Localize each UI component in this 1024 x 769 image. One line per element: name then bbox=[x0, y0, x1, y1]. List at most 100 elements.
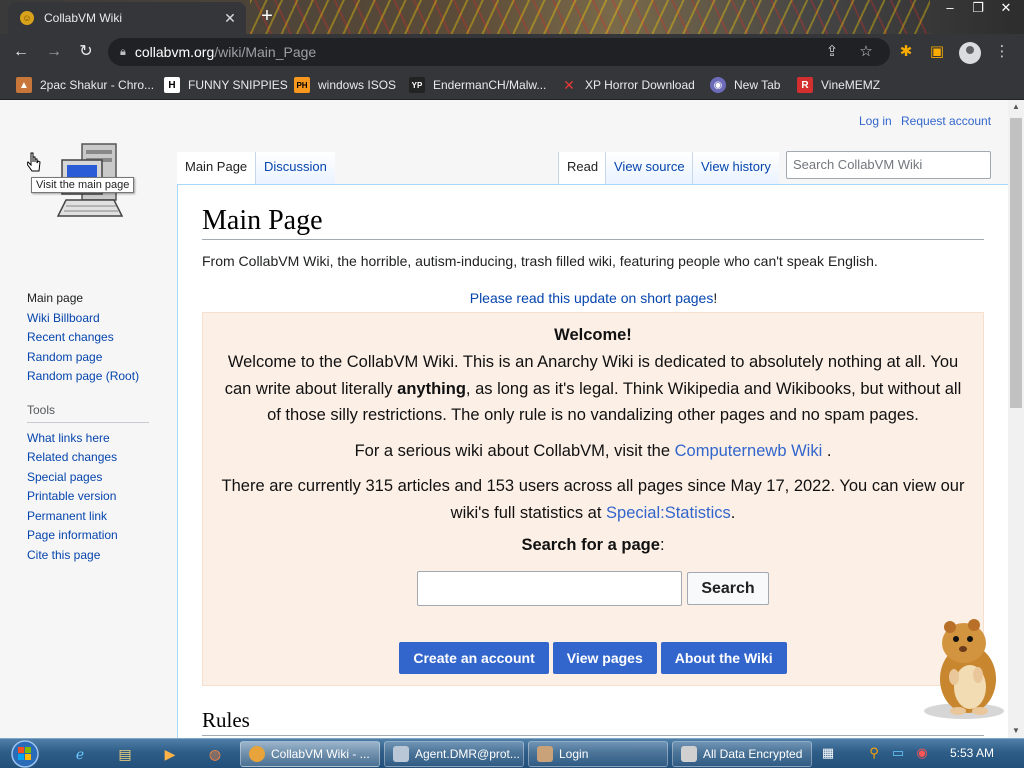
extensions-puzzle-icon[interactable]: ✱ bbox=[895, 41, 917, 63]
logo-tooltip: Visit the main page bbox=[31, 177, 135, 193]
media-player-icon[interactable]: ▶ bbox=[158, 743, 182, 765]
sidebar-item-random-page-root[interactable]: Random page (Root) bbox=[27, 367, 157, 387]
login-link[interactable]: Log in bbox=[859, 114, 892, 128]
taskbar-button-login[interactable]: Login bbox=[528, 741, 668, 767]
ph-bookmark-icon: PH bbox=[294, 77, 310, 93]
menu-kebab-icon[interactable]: ⋮ bbox=[991, 41, 1013, 63]
scrollbar-thumb[interactable] bbox=[1010, 118, 1022, 408]
h-bookmark-icon: H bbox=[164, 77, 180, 93]
side-panel-icon[interactable]: ▣ bbox=[926, 41, 948, 63]
about-wiki-button[interactable]: About the Wiki bbox=[660, 642, 787, 674]
bookmark-item[interactable]: ✕ XP Horror Download bbox=[561, 76, 695, 94]
lock-icon: 🔒︎ bbox=[120, 45, 126, 58]
site-notice: Please read this update on short pages! bbox=[469, 290, 718, 306]
r-bookmark-icon: R bbox=[797, 77, 813, 93]
sidebar-item-what-links-here[interactable]: What links here bbox=[27, 429, 157, 449]
browser-toolbar: ← → ↻ 🔒︎ collabvm.org/wiki/Main_Page ⇪ ☆… bbox=[0, 34, 1024, 70]
sidebar-item-printable-version[interactable]: Printable version bbox=[27, 487, 157, 507]
bookmark-item[interactable]: PH windows ISOS bbox=[294, 76, 396, 94]
tray-volume-icon[interactable]: ◉ bbox=[912, 743, 932, 763]
special-statistics-link[interactable]: Special:Statistics bbox=[606, 504, 731, 522]
reload-icon[interactable]: ↻ bbox=[75, 41, 97, 63]
taskbar-button-encrypted[interactable]: All Data Encrypted bbox=[672, 741, 812, 767]
view-pages-button[interactable]: View pages bbox=[552, 642, 657, 674]
browser-tab-active[interactable]: ☺ CollabVM Wiki ✕ bbox=[8, 2, 246, 34]
bookmarks-bar: ▲ 2pac Shakur - Chro... H FUNNY SNIPPIES… bbox=[0, 70, 1024, 100]
restore-icon[interactable]: ❐ bbox=[964, 0, 992, 18]
globe-bookmark-icon: ◉ bbox=[710, 77, 726, 93]
tab-view-history[interactable]: View history bbox=[692, 152, 779, 184]
taskbar-button-collabvm[interactable]: CollabVM Wiki - ... bbox=[240, 741, 380, 767]
back-arrow-icon[interactable]: ← bbox=[10, 41, 32, 63]
x-bookmark-icon: ✕ bbox=[563, 76, 575, 93]
wiki-page: Log in Request account Visit the main pa… bbox=[0, 100, 1024, 738]
scroll-down-icon[interactable]: ▼ bbox=[1008, 724, 1024, 738]
sidebar-item-main-page[interactable]: Main page bbox=[27, 289, 157, 309]
browser-titlebar: ☺ CollabVM Wiki ✕ + – ❐ ✕ bbox=[0, 0, 1024, 34]
tab-main-page[interactable]: Main Page bbox=[177, 152, 256, 184]
sidebar-item-random-page[interactable]: Random page bbox=[27, 348, 157, 368]
sidebar-item-special-pages[interactable]: Special pages bbox=[27, 468, 157, 488]
page-scrollbar[interactable]: ▲ ▼ bbox=[1008, 100, 1024, 738]
tab-close-icon[interactable]: ✕ bbox=[222, 10, 238, 27]
tab-discussion[interactable]: Discussion bbox=[255, 152, 335, 184]
request-account-link[interactable]: Request account bbox=[901, 114, 991, 128]
serious-wiki-line: For a serious wiki about CollabVM, visit… bbox=[354, 441, 832, 460]
tray-search-icon[interactable]: ⚲ bbox=[864, 743, 884, 763]
hamster-mascot-icon bbox=[924, 619, 1004, 719]
new-tab-button[interactable]: + bbox=[256, 6, 278, 28]
url-host: collabvm.org bbox=[134, 44, 215, 60]
bookmark-item[interactable]: ◉ New Tab bbox=[710, 76, 780, 94]
close-window-icon[interactable]: ✕ bbox=[992, 0, 1020, 18]
internet-explorer-icon[interactable]: ℯ bbox=[68, 743, 92, 765]
tab-read[interactable]: Read bbox=[558, 152, 607, 184]
welcome-actions: Create an account View pages About the W… bbox=[203, 642, 983, 674]
taskbar-button-agent[interactable]: Agent.DMR@prot... bbox=[384, 741, 524, 767]
share-icon[interactable]: ⇪ bbox=[822, 42, 842, 62]
firefox-icon[interactable]: ◍ bbox=[203, 743, 227, 765]
main-content: Main Page From CollabVM Wiki, the horrib… bbox=[177, 184, 1008, 738]
search-for-page-label: Search for a page: bbox=[521, 536, 665, 554]
address-bar[interactable]: 🔒︎ collabvm.org/wiki/Main_Page ⇪ ☆ bbox=[108, 38, 890, 66]
login-app-icon bbox=[537, 746, 553, 762]
sidebar-item-related-changes[interactable]: Related changes bbox=[27, 448, 157, 468]
sidebar-item-permanent-link[interactable]: Permanent link bbox=[27, 507, 157, 527]
taskbar-clock: 5:53 AM bbox=[950, 746, 995, 760]
tab-title: CollabVM Wiki bbox=[44, 11, 123, 25]
sidebar-item-recent-changes[interactable]: Recent changes bbox=[27, 328, 157, 348]
file-explorer-icon[interactable]: ▤ bbox=[113, 743, 137, 765]
sidebar-item-page-information[interactable]: Page information bbox=[27, 526, 157, 546]
sidebar-item-wiki-billboard[interactable]: Wiki Billboard bbox=[27, 309, 157, 329]
bookmark-item[interactable]: YP EndermanCH/Malw... bbox=[409, 76, 546, 94]
tab-view-source[interactable]: View source bbox=[605, 152, 693, 184]
sidebar-item-cite-this-page[interactable]: Cite this page bbox=[27, 546, 157, 566]
computernewb-wiki-link[interactable]: Computernewb Wiki bbox=[675, 442, 823, 460]
tray-app-icon[interactable]: ▦ bbox=[818, 743, 838, 763]
welcome-heading: Welcome! bbox=[554, 326, 632, 344]
notepad-icon bbox=[681, 746, 697, 762]
windows-taskbar: ℯ ▤ ▶ ◍ CollabVM Wiki - ... Agent.DMR@pr… bbox=[0, 738, 1024, 768]
tray-monitor-icon[interactable]: ▭ bbox=[888, 743, 908, 763]
short-pages-update-link[interactable]: Please read this update on short pages bbox=[470, 290, 714, 306]
profile-avatar-icon[interactable] bbox=[959, 42, 981, 64]
window-wallpaper-strip bbox=[250, 0, 930, 34]
scroll-up-icon[interactable]: ▲ bbox=[1008, 100, 1024, 114]
start-orb-icon[interactable] bbox=[6, 739, 44, 769]
page-search-input[interactable] bbox=[417, 571, 682, 606]
nft-bookmark-icon: ▲ bbox=[16, 77, 32, 93]
page-search-button[interactable]: Search bbox=[687, 572, 769, 605]
window-icon bbox=[393, 746, 409, 762]
chrome-icon bbox=[249, 746, 265, 762]
bookmark-item[interactable]: R VineMEMZ bbox=[797, 76, 880, 94]
bookmark-item[interactable]: ▲ 2pac Shakur - Chro... bbox=[16, 76, 154, 94]
create-account-button[interactable]: Create an account bbox=[399, 642, 549, 674]
bookmark-star-icon[interactable]: ☆ bbox=[856, 42, 876, 62]
rules-heading: Rules bbox=[202, 708, 984, 736]
mouse-cursor-icon bbox=[27, 152, 41, 172]
sidebar-navigation: Main page Wiki Billboard Recent changes … bbox=[27, 289, 157, 565]
wiki-search-input[interactable]: Search CollabVM Wiki bbox=[786, 151, 991, 179]
collabvm-favicon-icon: ☺ bbox=[20, 11, 34, 25]
forward-arrow-icon[interactable]: → bbox=[43, 41, 65, 63]
bookmark-item[interactable]: H FUNNY SNIPPIES bbox=[164, 76, 288, 94]
minimize-icon[interactable]: – bbox=[936, 0, 964, 18]
